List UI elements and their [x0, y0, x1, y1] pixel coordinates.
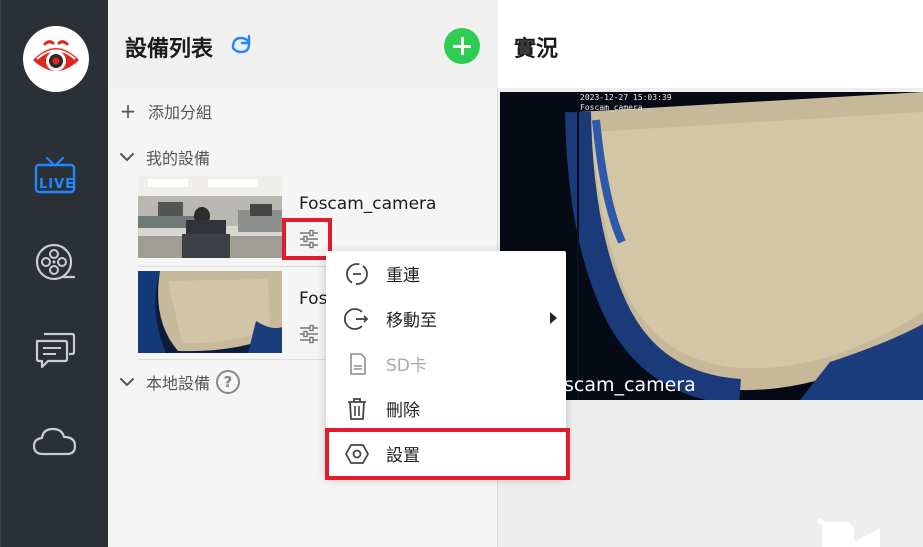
chat-icon — [35, 332, 76, 369]
device-item-foscam-camera[interactable]: Foscam_camera — [138, 176, 468, 258]
group-label: 本地設備 — [146, 374, 211, 393]
menu-item-sd-card[interactable]: SD卡 — [326, 341, 566, 386]
left-sidebar: LIVE — [0, 0, 108, 547]
group-local-devices[interactable]: 本地設備 ? — [118, 370, 241, 394]
osd-camera-name: Foscam_camera — [580, 103, 643, 112]
menu-item-delete[interactable]: 刪除 — [326, 386, 566, 431]
film-reel-icon — [35, 243, 76, 281]
refresh-icon[interactable] — [228, 33, 254, 57]
submenu-arrow-icon — [550, 312, 557, 324]
menu-item-label: 設置 — [386, 446, 420, 466]
device-context-menu: 重連 移動至 SD卡 刪除 設置 — [326, 251, 566, 477]
sidebar-item-messages[interactable] — [29, 324, 81, 376]
live-tv-icon — [34, 156, 76, 194]
menu-item-settings[interactable]: 設置 — [326, 431, 566, 476]
device-name-truncated: Fos — [299, 289, 328, 309]
eye-logo-icon — [23, 26, 89, 92]
reconnect-icon — [346, 263, 368, 285]
sliders-icon[interactable] — [296, 226, 322, 252]
menu-item-label: 移動至 — [386, 311, 437, 331]
device-list-title: 設備列表 — [125, 37, 214, 62]
cloud-icon — [32, 427, 77, 456]
add-group-button[interactable]: + 添加分組 — [116, 98, 212, 124]
plus-icon: + — [119, 99, 137, 123]
camera-label: scam_camera — [564, 374, 696, 396]
menu-item-label: 刪除 — [386, 401, 420, 421]
menu-item-label: SD卡 — [386, 356, 427, 376]
device-list-header: 設備列表 — [108, 0, 498, 88]
live-view-title: 實況 — [514, 37, 559, 62]
camera-offline-icon — [818, 518, 880, 547]
live-view-header: 實況 — [498, 0, 923, 88]
add-device-button[interactable] — [444, 28, 480, 64]
menu-item-reconnect[interactable]: 重連 — [326, 251, 566, 296]
hexagon-settings-icon — [345, 444, 369, 464]
app-window: LIVE 設備列表 + 添加分組 我的設備 Foscam_camera Fos … — [0, 0, 923, 547]
add-group-label: 添加分組 — [148, 103, 213, 122]
sidebar-item-live[interactable]: LIVE — [29, 150, 81, 202]
chevron-down-icon — [120, 153, 134, 161]
sidebar-item-playback[interactable] — [29, 236, 81, 288]
menu-item-move-to[interactable]: 移動至 — [326, 296, 566, 341]
device-thumbnail — [138, 176, 282, 258]
chevron-down-icon — [120, 378, 134, 386]
osd-timestamp: 2023-12-27 15:03:39 — [580, 93, 672, 102]
device-name: Foscam_camera — [299, 194, 437, 214]
device-thumbnail — [138, 271, 282, 353]
help-icon[interactable]: ? — [216, 370, 241, 394]
group-my-devices[interactable]: 我的設備 — [118, 145, 210, 169]
sidebar-item-cloud[interactable] — [29, 416, 81, 468]
menu-item-label: 重連 — [386, 266, 420, 286]
move-to-icon — [344, 308, 369, 330]
live-label: LIVE — [39, 177, 76, 192]
trash-icon — [348, 398, 366, 420]
group-label: 我的設備 — [146, 149, 211, 168]
sd-card-icon — [350, 353, 366, 375]
sliders-icon[interactable] — [296, 321, 322, 347]
